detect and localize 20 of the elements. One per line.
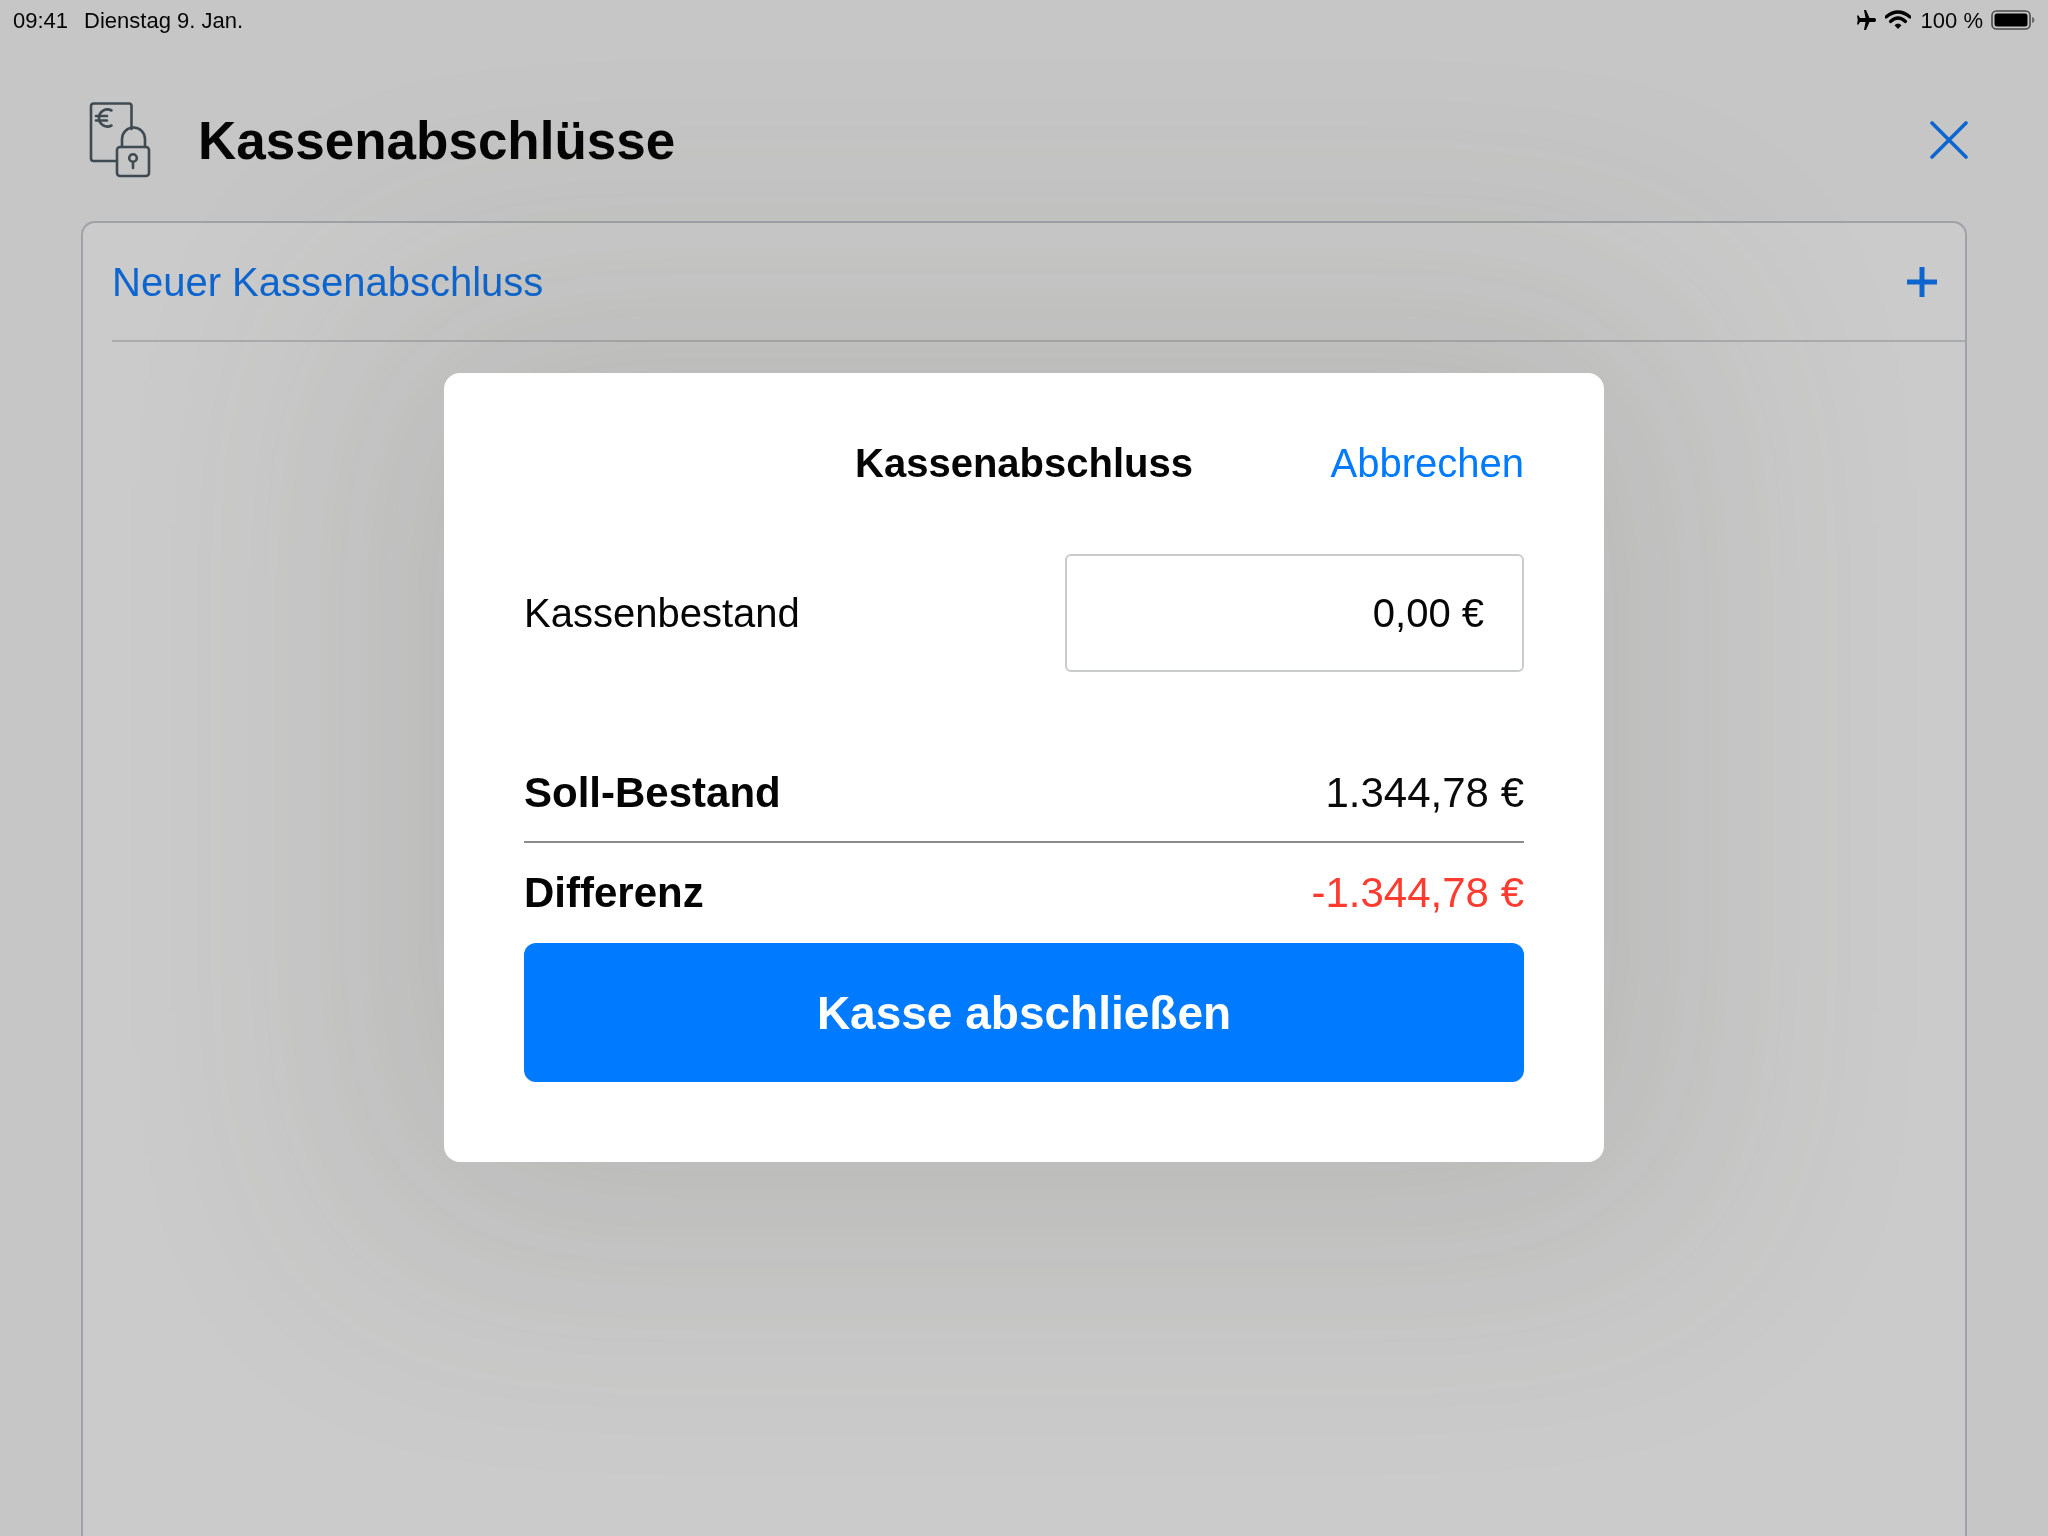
cash-input[interactable]: 0,00 € [1065, 554, 1524, 672]
new-closing-link[interactable]: Neuer Kassenabschluss [112, 261, 544, 302]
status-time: 09:41 [13, 6, 69, 35]
page-title: Kassenabschlüsse [198, 113, 676, 167]
plus-icon[interactable] [1907, 266, 1937, 297]
summary-label: Soll-Bestand [524, 772, 781, 814]
battery-percent: 100 % [1920, 6, 1983, 35]
status-date: Dienstag 9. Jan. [84, 6, 244, 35]
cash-label: Kassenbestand [524, 593, 800, 633]
close-icon[interactable] [1930, 121, 1968, 159]
document-lock-icon [89, 102, 151, 178]
cancel-button[interactable]: Abbrechen [1330, 443, 1524, 483]
summary-value: 1.344,78 € [1325, 772, 1524, 814]
battery-icon [1991, 10, 2035, 30]
wifi-icon [1884, 10, 1911, 30]
summary-value: -1.344,78 € [1311, 872, 1524, 914]
airplane-icon [1854, 10, 1877, 30]
dialog-title: Kassenabschluss [855, 443, 1193, 483]
summary-label: Differenz [524, 872, 704, 914]
close-register-button[interactable]: Kasse abschließen [524, 943, 1524, 1082]
